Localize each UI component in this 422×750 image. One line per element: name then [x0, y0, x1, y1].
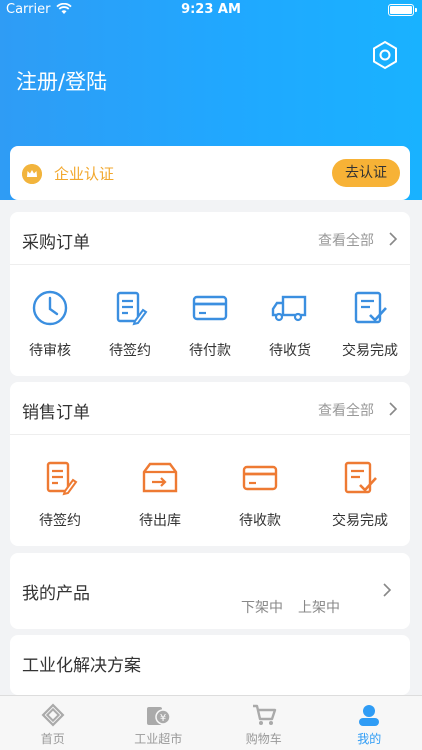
svg-text:¥: ¥ [160, 713, 166, 724]
market-icon: ¥ [147, 707, 171, 725]
certify-button[interactable]: 去认证 [332, 159, 400, 187]
sales-item-label: 待签约 [39, 513, 81, 529]
user-icon [359, 705, 380, 726]
crown-icon [22, 164, 42, 184]
clock-time: 9:23 AM [181, 2, 241, 17]
status-bar: Carrier 9:23 AM [0, 0, 422, 22]
on-shelf-link[interactable]: 上架中 [298, 597, 340, 617]
sales-pending-outbound[interactable]: 待出库 [110, 458, 210, 530]
purchase-pending-sign[interactable]: 待签约 [90, 288, 170, 360]
document-edit-icon [46, 461, 78, 496]
tab-me[interactable]: 我的 [317, 696, 422, 750]
purchase-item-label: 待审核 [29, 343, 71, 359]
purchase-pending-payment[interactable]: 待付款 [170, 288, 250, 360]
sales-item-label: 待收款 [239, 513, 281, 529]
sales-orders-title: 销售订单 [22, 403, 90, 423]
bottom-tab-bar: 首页 ¥ 工业超市 购物车 我的 [0, 695, 422, 750]
home-icon [41, 703, 65, 727]
purchase-orders-title: 采购订单 [22, 233, 90, 253]
my-products-row[interactable]: 我的产品 下架中 上架中 [10, 553, 410, 629]
cart-icon [252, 704, 276, 725]
login-register-link[interactable]: 注册/登陆 [16, 66, 107, 96]
certification-card: 企业认证 去认证 [10, 146, 410, 200]
solutions-title: 工业化解决方案 [22, 656, 141, 676]
tab-label: 工业超市 [134, 732, 183, 746]
purchase-view-all-link[interactable]: 查看全部 [318, 230, 374, 250]
clock-icon [32, 290, 68, 326]
divider [10, 264, 410, 265]
sales-view-all-link[interactable]: 查看全部 [318, 400, 374, 420]
settings-hexagon-icon[interactable] [370, 40, 400, 70]
tab-industrial-market[interactable]: ¥ 工业超市 [106, 696, 212, 750]
card-icon [242, 465, 278, 491]
battery-icon [388, 4, 417, 16]
tab-label: 首页 [40, 732, 65, 746]
purchase-item-label: 交易完成 [342, 343, 398, 359]
sales-item-label: 待出库 [139, 513, 181, 529]
purchase-completed[interactable]: 交易完成 [330, 288, 410, 360]
sales-orders-card: 销售订单 查看全部 待签约 待出库 待收款 交易完成 [10, 382, 410, 546]
box-out-icon [142, 462, 178, 493]
off-shelf-link[interactable]: 下架中 [241, 597, 283, 617]
divider [10, 434, 410, 435]
certification-label: 企业认证 [54, 165, 115, 183]
tab-cart[interactable]: 购物车 [211, 696, 317, 750]
purchase-orders-card: 采购订单 查看全部 待审核 待签约 待付款 待收货 交易完成 [10, 212, 410, 376]
industrial-solutions-row[interactable]: 工业化解决方案 [10, 635, 410, 695]
truck-icon [271, 295, 307, 322]
chevron-right-icon[interactable] [388, 231, 398, 247]
checklist-icon [354, 291, 387, 324]
chevron-right-icon[interactable] [382, 582, 392, 598]
sales-pending-collection[interactable]: 待收款 [210, 458, 310, 530]
purchase-item-label: 待付款 [189, 343, 231, 359]
card-icon [192, 295, 228, 321]
sales-status-grid: 待签约 待出库 待收款 交易完成 [10, 458, 410, 530]
chevron-right-icon[interactable] [388, 401, 398, 417]
checklist-icon [344, 461, 377, 494]
purchase-item-label: 待签约 [109, 343, 151, 359]
sales-pending-sign[interactable]: 待签约 [10, 458, 110, 530]
purchase-status-grid: 待审核 待签约 待付款 待收货 交易完成 [10, 288, 410, 360]
purchase-item-label: 待收货 [269, 343, 311, 359]
tab-label: 我的 [357, 732, 382, 746]
tab-label: 购物车 [245, 732, 282, 746]
tab-home[interactable]: 首页 [0, 696, 106, 750]
purchase-pending-delivery[interactable]: 待收货 [250, 288, 330, 360]
sales-item-label: 交易完成 [332, 513, 388, 529]
document-edit-icon [116, 291, 148, 326]
purchase-pending-review[interactable]: 待审核 [10, 288, 90, 360]
sales-completed[interactable]: 交易完成 [310, 458, 410, 530]
my-products-title: 我的产品 [22, 584, 90, 604]
